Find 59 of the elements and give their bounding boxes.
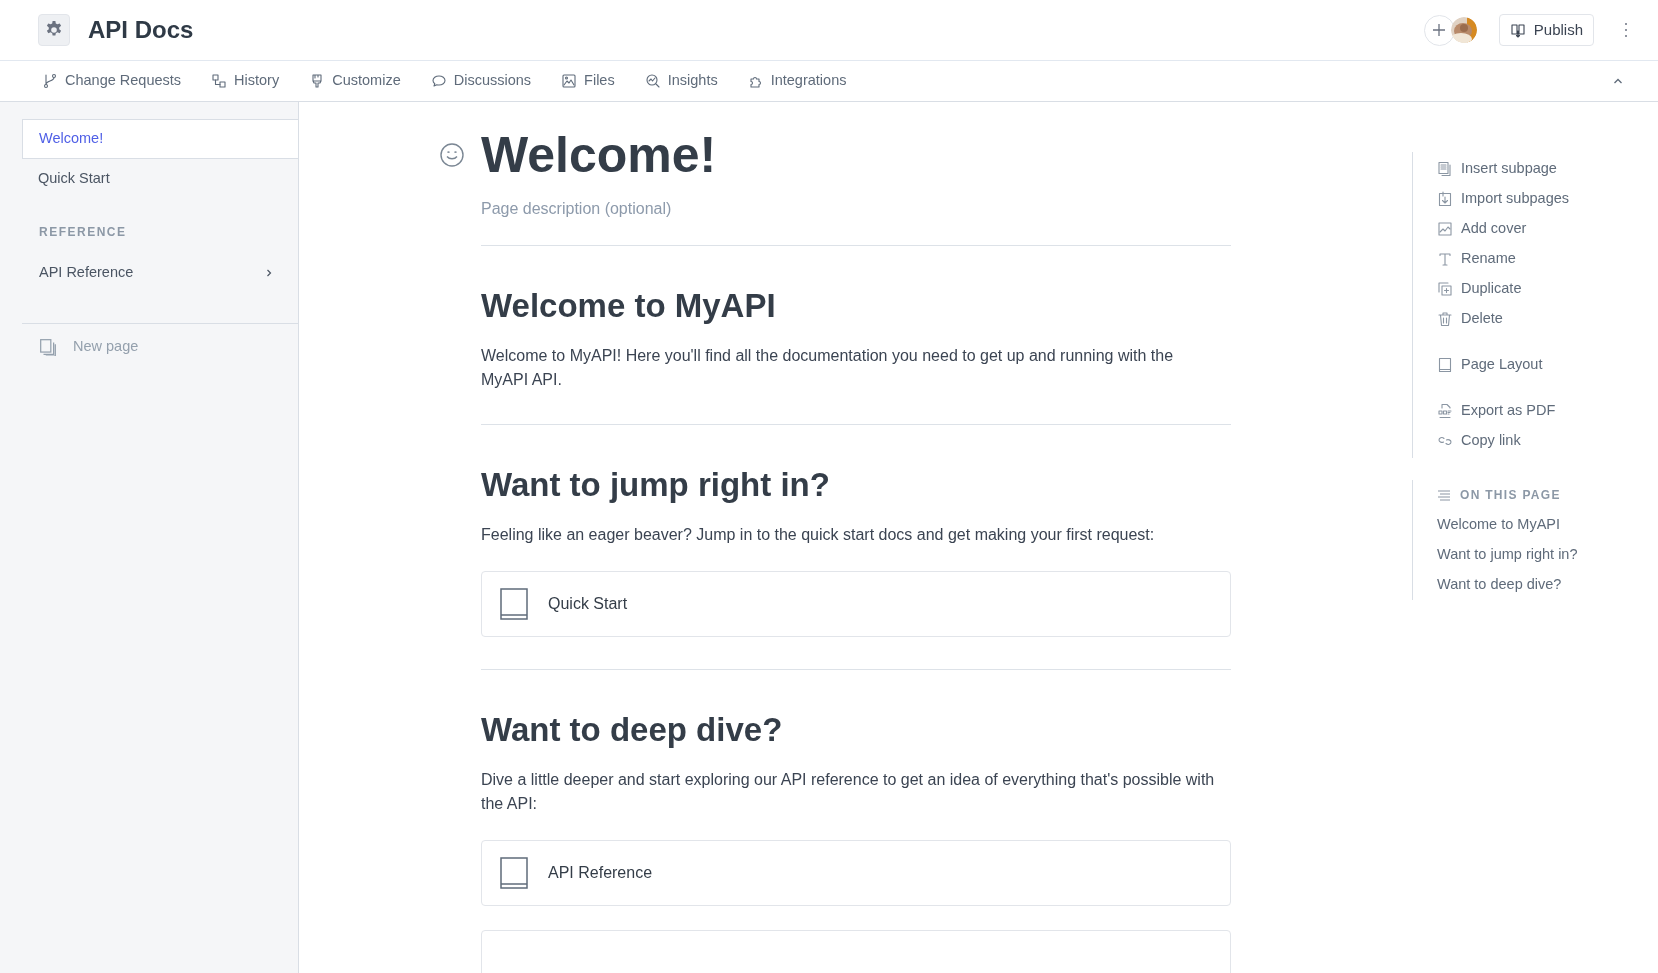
paragraph: Welcome to MyAPI! Here you'll find all the documentation you need to get up and running with the MyAPI API. bbox=[481, 346, 1175, 390]
action-item[interactable]: Add cover bbox=[1437, 214, 1527, 244]
page-icon bbox=[500, 588, 528, 620]
nav-tab[interactable]: History bbox=[211, 70, 280, 92]
site-title: API Docs bbox=[88, 15, 194, 45]
settings-icon bbox=[38, 14, 70, 46]
text-icon bbox=[1437, 251, 1453, 267]
import-icon bbox=[1437, 191, 1453, 207]
paragraph: Dive a little deeper and start exploring our API reference to get an idea of everything that's possible with the API: bbox=[481, 770, 1216, 814]
link-card[interactable]: API Reference bbox=[481, 840, 1231, 906]
nav-tab[interactable]: Change Requests bbox=[42, 70, 182, 92]
smiley-icon bbox=[439, 142, 465, 168]
pages-icon bbox=[1437, 161, 1453, 177]
history-icon bbox=[211, 73, 228, 89]
action-item[interactable]: Export as PDF bbox=[1437, 396, 1556, 426]
action-item[interactable]: Rename bbox=[1437, 244, 1516, 274]
image-icon bbox=[1437, 221, 1453, 237]
sidebar-item[interactable]: Welcome! bbox=[22, 119, 298, 159]
trash-icon bbox=[1437, 311, 1453, 327]
action-item[interactable]: Insert subpage bbox=[1437, 154, 1557, 184]
chart-search-icon bbox=[644, 73, 661, 89]
page-icon bbox=[500, 857, 528, 889]
nav-tab[interactable]: Files bbox=[561, 70, 615, 92]
add-button[interactable] bbox=[1423, 14, 1455, 46]
action-item[interactable]: Import subpages bbox=[1437, 184, 1569, 214]
pdf-icon bbox=[1437, 403, 1453, 419]
nav-tab[interactable]: Discussions bbox=[430, 70, 532, 92]
image-icon bbox=[561, 73, 578, 89]
page-title: Welcome! bbox=[481, 126, 717, 185]
list-icon bbox=[1437, 488, 1451, 502]
action-item[interactable]: Copy link bbox=[1437, 426, 1521, 456]
speech-bubble-icon bbox=[430, 73, 447, 89]
link-card[interactable]: Quick Start bbox=[481, 571, 1231, 637]
description-field[interactable]: Page description (optional) bbox=[481, 197, 1231, 221]
chevron-right-icon bbox=[264, 268, 274, 278]
pages-icon bbox=[39, 337, 57, 356]
duplicate-icon bbox=[1437, 281, 1453, 297]
plus-icon bbox=[1431, 22, 1448, 38]
nav-tab[interactable]: Integrations bbox=[747, 70, 847, 92]
section-heading: Welcome to MyAPI bbox=[481, 286, 777, 326]
toc-link[interactable]: Want to deep dive? bbox=[1437, 572, 1658, 598]
sidebar-item[interactable]: API Reference bbox=[22, 253, 298, 293]
action-item[interactable]: Delete bbox=[1437, 304, 1503, 334]
publish-button[interactable]: Publish bbox=[1498, 14, 1594, 46]
paragraph: Feeling like an eager beaver? Jump in to the quick start docs and get making your first request: bbox=[481, 525, 1156, 545]
section-heading: Want to jump right in? bbox=[481, 465, 831, 505]
toc-link[interactable]: Welcome to MyAPI bbox=[1437, 512, 1658, 538]
toc-link[interactable]: Want to jump right in? bbox=[1437, 542, 1658, 568]
action-item[interactable]: Page Layout bbox=[1437, 350, 1543, 380]
nav-tab[interactable]: Insights bbox=[644, 70, 718, 92]
section-heading: Want to deep dive? bbox=[481, 710, 784, 750]
action-item[interactable]: Duplicate bbox=[1437, 274, 1522, 304]
page-icon bbox=[1437, 357, 1453, 373]
book-icon bbox=[1509, 22, 1526, 38]
sidebar-item[interactable]: Quick Start bbox=[22, 159, 298, 199]
section-heading: REFERENCE bbox=[38, 224, 128, 241]
branch-icon bbox=[42, 73, 58, 89]
toc-heading: ON THIS PAGE bbox=[1460, 487, 1561, 504]
nav-tab[interactable]: Customize bbox=[309, 70, 401, 92]
